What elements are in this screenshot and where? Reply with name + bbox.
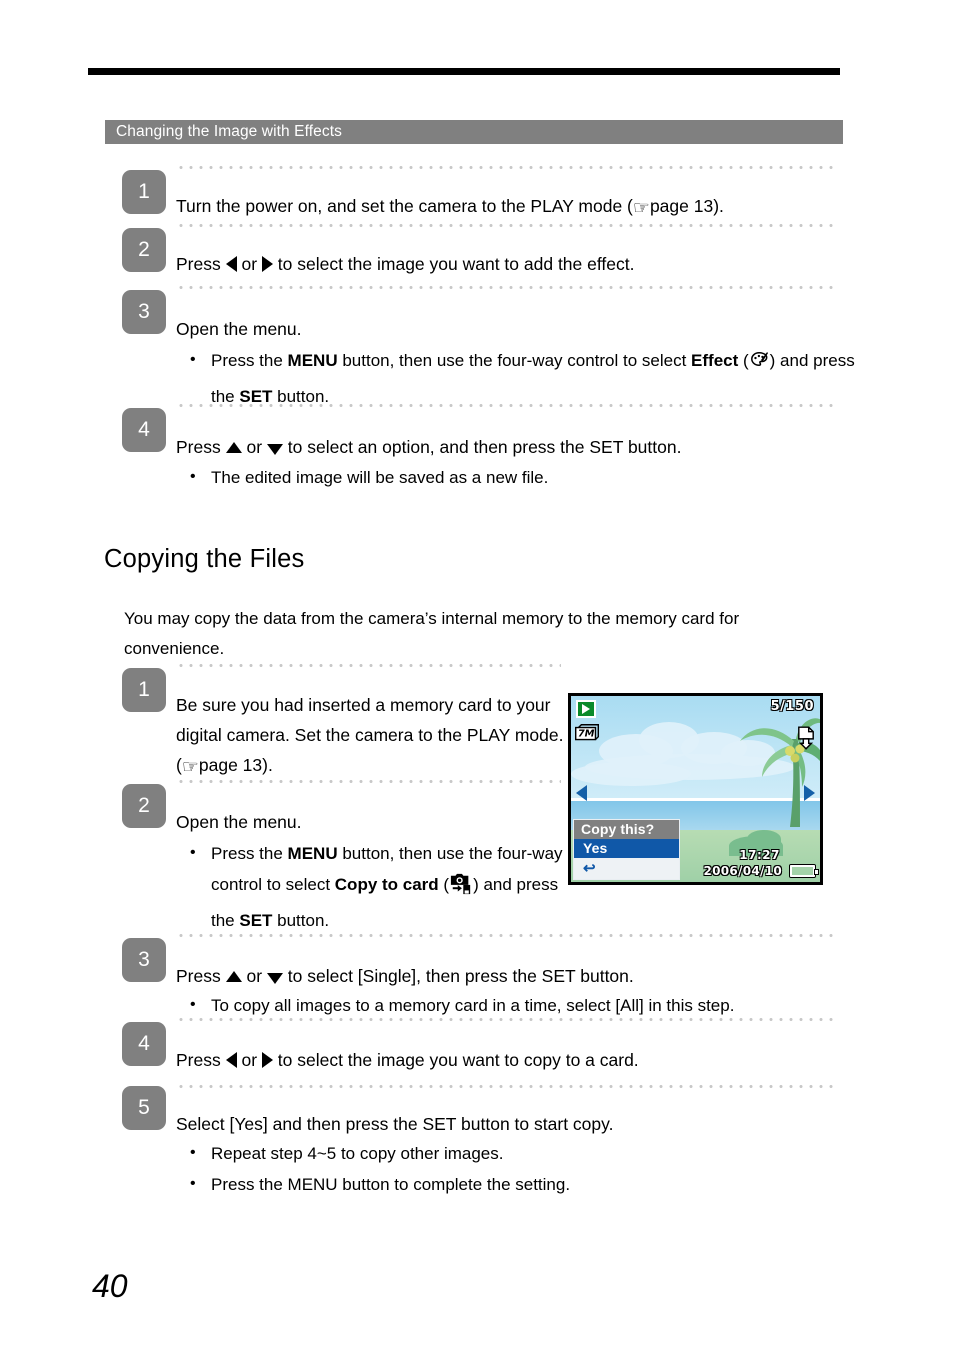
step-bullet-list: Press the MENU button, then use the four… xyxy=(176,837,571,936)
section-header-label: Changing the Image with Effects xyxy=(116,123,342,140)
step-number-badge: 2 xyxy=(122,228,166,272)
step-divider xyxy=(176,934,836,937)
section-header-bar: Changing the Image with Effects xyxy=(105,120,843,144)
step-bullet-list: The edited image will be saved as a new … xyxy=(176,461,681,493)
list-item: Press the MENU button to complete the se… xyxy=(176,1168,613,1200)
back-arrow-icon: ↩ xyxy=(583,860,596,877)
step-text: Press or to select the image you want to… xyxy=(176,254,635,274)
step-divider xyxy=(176,664,561,667)
step-divider xyxy=(176,780,561,783)
battery-icon xyxy=(790,865,818,877)
right-arrow-icon xyxy=(261,1052,273,1068)
dialog-option-yes[interactable]: Yes xyxy=(574,839,679,858)
step-number-badge: 4 xyxy=(122,408,166,452)
step-divider xyxy=(176,166,836,169)
header-rule xyxy=(88,68,840,75)
step-divider xyxy=(176,404,836,407)
step-bullet-list: To copy all images to a memory card in a… xyxy=(176,989,734,1021)
down-arrow-icon xyxy=(266,444,283,455)
right-arrow-icon xyxy=(261,256,273,272)
step-divider xyxy=(176,224,836,227)
step-divider xyxy=(176,286,836,289)
up-arrow-icon xyxy=(225,971,242,982)
dialog-title: Copy this? xyxy=(574,820,679,839)
list-item: The edited image will be saved as a new … xyxy=(176,461,681,493)
svg-text:7M: 7M xyxy=(578,729,595,740)
intro-paragraph: You may copy the data from the camera’s … xyxy=(124,609,740,658)
step-number-badge: 1 xyxy=(122,668,166,712)
step-number-badge: 2 xyxy=(122,784,166,828)
left-arrow-icon xyxy=(225,1052,237,1068)
step-bullet-list: Repeat step 4~5 to copy other images. Pr… xyxy=(176,1137,613,1200)
step-divider xyxy=(176,1018,836,1021)
step-number-badge: 3 xyxy=(122,290,166,334)
page-title: Copying the Files xyxy=(104,545,305,573)
frame-counter: 5/150 xyxy=(770,699,814,714)
up-arrow-icon xyxy=(225,442,242,453)
step-text: Press or to select [Single], then press … xyxy=(176,966,634,986)
lcd-screen: 7M 5/150 17:27 2006/04/10 Copy this? Yes… xyxy=(571,696,820,882)
step-number-badge: 3 xyxy=(122,938,166,982)
list-item: Press the MENU button, then use the four… xyxy=(176,344,871,412)
effect-palette-icon xyxy=(749,350,770,381)
lcd-time: 17:27 xyxy=(739,848,780,862)
page-number: 40 xyxy=(92,1268,128,1304)
list-item: Press the MENU button, then use the four… xyxy=(176,837,571,936)
step-divider xyxy=(176,1085,836,1088)
step-text: Press or to select the image you want to… xyxy=(176,1050,639,1070)
nav-left-arrow-icon[interactable] xyxy=(576,785,587,802)
step-bullet-list: Press the MENU button, then use the four… xyxy=(176,344,871,412)
play-mode-icon xyxy=(576,700,596,718)
manual-page: Changing the Image with Effects 1 Turn t… xyxy=(0,0,954,1351)
step-text: Be sure you had inserted a memory card t… xyxy=(176,695,564,778)
camera-lcd-screenshot: 7M 5/150 17:27 2006/04/10 Copy this? Yes… xyxy=(568,693,823,885)
list-item: To copy all images to a memory card in a… xyxy=(176,989,734,1021)
step-number-badge: 1 xyxy=(122,170,166,214)
copy-to-card-icon xyxy=(449,873,473,905)
step-text: Open the menu. xyxy=(176,319,302,339)
down-arrow-icon xyxy=(266,973,283,984)
copy-confirm-dialog: Copy this? Yes ↩ xyxy=(573,819,680,880)
step-number-badge: 5 xyxy=(122,1086,166,1130)
list-item: Repeat step 4~5 to copy other images. xyxy=(176,1137,613,1169)
lcd-date: 2006/04/10 xyxy=(703,864,782,878)
nav-right-arrow-icon[interactable] xyxy=(804,785,815,802)
7m-resolution-icon: 7M xyxy=(575,724,599,741)
step-text: Press or to select an option, and then p… xyxy=(176,437,682,457)
step-number-badge: 4 xyxy=(122,1022,166,1066)
cloud-shape xyxy=(571,762,691,786)
dialog-back-row[interactable]: ↩ xyxy=(574,858,679,879)
left-arrow-icon xyxy=(225,256,237,272)
step-text: Select [Yes] and then press the SET butt… xyxy=(176,1114,614,1134)
step-text: Open the menu. xyxy=(176,812,302,832)
step-text: Turn the power on, and set the camera to… xyxy=(176,196,724,219)
copy-to-card-status-icon xyxy=(798,726,814,750)
